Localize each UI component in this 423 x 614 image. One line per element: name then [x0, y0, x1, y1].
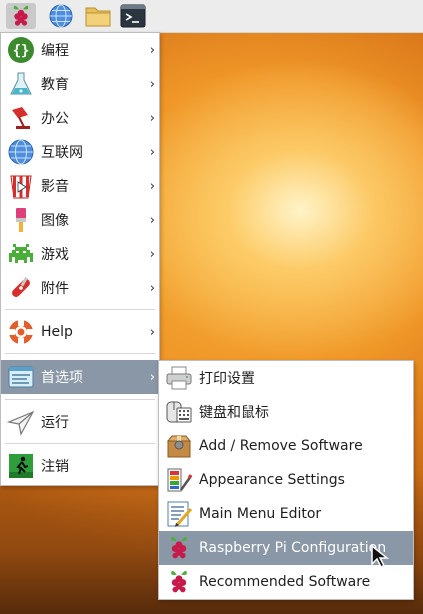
raspberry-pi-icon [13, 5, 29, 26]
menu-item-label: 首选项 [41, 370, 83, 386]
submenu-item-add-remove-software[interactable]: Add / Remove Software [159, 429, 413, 463]
menu-item-preferences[interactable]: 首选项 › [1, 360, 159, 394]
menu-item-accessories[interactable]: 附件 › [1, 271, 159, 305]
submenu-item-main-menu-editor[interactable]: Main Menu Editor [159, 497, 413, 531]
games-icon [6, 239, 36, 269]
submenu-item-print-settings[interactable]: 打印设置 [159, 361, 413, 395]
office-icon [6, 103, 36, 133]
menu-separator [5, 399, 155, 400]
submenu-arrow-icon: › [149, 42, 155, 58]
submenu-item-label: Appearance Settings [199, 472, 345, 488]
menu-item-label: 教育 [41, 77, 69, 93]
menu-item-graphics[interactable]: 图像 › [1, 203, 159, 237]
web-browser-button[interactable] [48, 3, 74, 29]
preferences-icon [6, 362, 36, 392]
raspberry-pi-icon [164, 533, 194, 563]
keyboard-mouse-icon [164, 397, 194, 427]
submenu-arrow-icon: › [149, 144, 155, 160]
menu-item-sound-video[interactable]: 影音 › [1, 169, 159, 203]
menu-item-label: 注销 [41, 459, 69, 475]
raspberry-pi-icon [164, 567, 194, 597]
menu-item-label: 办公 [41, 111, 69, 127]
submenu-arrow-icon: › [149, 212, 155, 228]
menu-item-label: 附件 [41, 281, 69, 297]
file-manager-icon [85, 7, 111, 27]
education-icon [6, 69, 36, 99]
menu-item-label: 图像 [41, 213, 69, 229]
menu-item-office[interactable]: 办公 › [1, 101, 159, 135]
raspberry-pi-menu-button[interactable] [6, 3, 36, 29]
submenu-item-label: Raspberry Pi Configuration [199, 540, 387, 556]
taskbar [0, 0, 423, 33]
printer-icon [164, 363, 194, 393]
menu-separator [5, 353, 155, 354]
submenu-arrow-icon: › [149, 324, 155, 340]
menu-item-label: 影音 [41, 179, 69, 195]
submenu-item-keyboard-mouse[interactable]: 键盘和鼠标 [159, 395, 413, 429]
submenu-arrow-icon: › [149, 178, 155, 194]
terminal-button[interactable] [120, 3, 146, 29]
programming-icon: {} [6, 35, 36, 65]
submenu-arrow-icon: › [149, 110, 155, 126]
menu-item-education[interactable]: 教育 › [1, 67, 159, 101]
menu-item-internet[interactable]: 互联网 › [1, 135, 159, 169]
svg-text:{}: {} [13, 43, 30, 59]
menu-item-help[interactable]: Help › [1, 315, 159, 349]
menu-item-label: 游戏 [41, 247, 69, 263]
internet-icon [6, 137, 36, 167]
package-icon [164, 431, 194, 461]
submenu-item-label: Add / Remove Software [199, 438, 363, 454]
web-browser-icon [49, 4, 73, 28]
menu-item-run[interactable]: 运行 [1, 405, 159, 439]
submenu-item-label: 打印设置 [199, 371, 255, 387]
file-manager-button[interactable] [84, 3, 111, 29]
mouse-cursor-icon [371, 544, 390, 569]
submenu-item-recommended-software[interactable]: Recommended Software [159, 565, 413, 599]
run-icon [6, 407, 36, 437]
terminal-icon [120, 4, 146, 28]
appearance-icon [164, 465, 194, 495]
menu-separator [5, 309, 155, 310]
menu-item-label: 互联网 [41, 145, 83, 161]
menu-item-programming[interactable]: {} 编程 › [1, 33, 159, 67]
sound-video-icon [6, 171, 36, 201]
menu-item-games[interactable]: 游戏 › [1, 237, 159, 271]
submenu-item-label: 键盘和鼠标 [199, 405, 269, 421]
menu-item-logout[interactable]: 注销 [1, 449, 159, 483]
submenu-arrow-icon: › [149, 76, 155, 92]
submenu-arrow-icon: › [149, 369, 155, 385]
accessories-icon [6, 273, 36, 303]
submenu-item-label: Recommended Software [199, 574, 371, 590]
submenu-item-label: Main Menu Editor [199, 506, 322, 522]
menu-separator [5, 443, 155, 444]
logout-icon [6, 451, 36, 481]
graphics-icon [6, 205, 36, 235]
menu-item-label: 运行 [41, 415, 69, 431]
help-icon [6, 317, 36, 347]
submenu-item-appearance-settings[interactable]: Appearance Settings [159, 463, 413, 497]
submenu-arrow-icon: › [149, 280, 155, 296]
menu-item-label: Help [41, 324, 73, 340]
menu-item-label: 编程 [41, 43, 69, 59]
menu-editor-icon [164, 499, 194, 529]
submenu-arrow-icon: › [149, 246, 155, 262]
main-menu: {} 编程 › 教育 › 办公 › 互联网 › 影音 › 图像 › 游戏 › 附… [0, 32, 160, 486]
